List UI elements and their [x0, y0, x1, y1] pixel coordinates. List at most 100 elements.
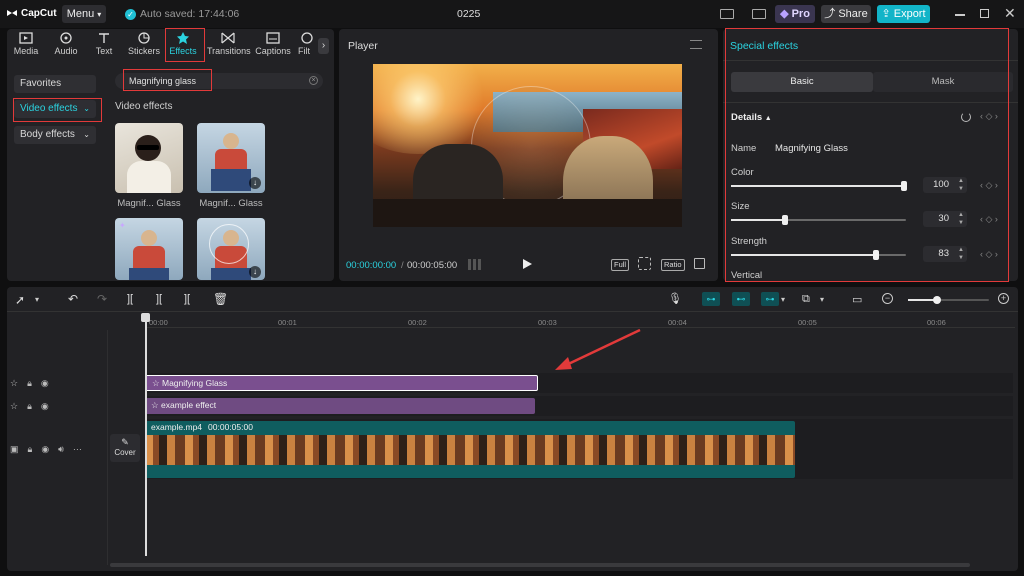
share-button[interactable]: ⤴ Share	[821, 5, 871, 23]
audio-icon[interactable]: 🔊︎	[58, 444, 64, 455]
close-icon[interactable]: ✕	[1004, 5, 1016, 22]
cover-button[interactable]: ✎ Cover	[110, 434, 140, 462]
download-icon[interactable]: ↓	[249, 266, 261, 278]
effect-thumbnail[interactable]: ✦	[115, 218, 183, 280]
maximize-icon[interactable]	[980, 9, 989, 18]
zoom-in-icon[interactable]: +	[998, 293, 1009, 304]
download-icon[interactable]: ↓	[249, 177, 261, 189]
lock-icon[interactable]: 🔒︎	[27, 378, 32, 389]
search-input[interactable]: Magnifying glass ×	[115, 73, 323, 89]
minimize-icon[interactable]	[955, 14, 965, 16]
sidebar-video-effects[interactable]: Video effects ⌄	[14, 100, 96, 118]
strength-value-input[interactable]: 83 ▲ ▼	[923, 246, 967, 262]
eye-icon[interactable]: ◉	[41, 401, 49, 412]
tab-filters[interactable]: Filt	[295, 32, 315, 58]
sidebar-body-effects[interactable]: Body effects ⌄	[14, 126, 96, 144]
keyframe-icon[interactable]: ‹ ◇ ›	[980, 180, 998, 191]
track-options-icon[interactable]: ⧉	[802, 293, 810, 306]
tab-audio[interactable]: Audio	[46, 32, 86, 58]
sidebar-favorites[interactable]: Favorites	[14, 75, 96, 93]
effect-clip-example[interactable]: ☆ example effect	[145, 398, 535, 414]
player-menu-icon[interactable]	[690, 40, 702, 49]
link-icon[interactable]: ⊷	[732, 292, 750, 306]
tab-transitions[interactable]: Transitions	[207, 32, 251, 58]
screenshot-icon[interactable]	[638, 257, 651, 270]
microphone-icon[interactable]: 🎙	[668, 292, 682, 305]
slider-knob[interactable]	[901, 181, 907, 191]
clear-icon[interactable]: ×	[309, 76, 318, 85]
video-preview[interactable]	[373, 64, 682, 227]
timeline-grid-icon[interactable]	[468, 259, 483, 270]
jeans	[129, 268, 169, 280]
pro-button[interactable]: ◆ Pro	[775, 5, 815, 23]
redo-icon[interactable]: ↷	[97, 292, 107, 306]
video-track-icon: ▣	[10, 444, 19, 454]
person-head	[223, 133, 239, 149]
effect-thumbnail[interactable]: ↓	[197, 123, 265, 193]
menu-button[interactable]: Menu ▾	[62, 5, 106, 23]
eye-icon[interactable]: ◉	[41, 378, 49, 389]
slider-knob[interactable]	[782, 215, 788, 225]
strength-slider[interactable]	[731, 250, 906, 260]
ruler-tick: 00:02	[408, 318, 427, 327]
stepper-icon[interactable]: ▲ ▼	[958, 211, 964, 227]
magnet-icon[interactable]: ⊶	[702, 292, 720, 306]
layout-icon[interactable]	[720, 9, 734, 19]
undo-icon[interactable]: ↶	[68, 292, 78, 306]
fullscreen-icon[interactable]	[694, 258, 705, 269]
trim-right-icon[interactable]: ][	[184, 293, 190, 305]
tab-stickers[interactable]: Stickers	[124, 32, 164, 58]
effect-label: Magnif... Glass	[199, 198, 263, 209]
zoom-slider[interactable]	[908, 296, 989, 304]
lock-icon[interactable]: 🔒︎	[28, 444, 33, 455]
preview-axis-icon[interactable]: ⊶	[761, 292, 779, 306]
caption-preview-icon[interactable]: ▭	[852, 293, 862, 306]
ratio-button[interactable]: Ratio	[661, 259, 685, 271]
delete-icon[interactable]: 🗑	[213, 292, 228, 306]
tab-effects[interactable]: Effects	[163, 32, 203, 58]
full-button[interactable]: Full	[611, 259, 630, 271]
effect-track-icon: ☆	[10, 378, 19, 388]
keyframe-icon[interactable]: ‹ ◇ ›	[980, 214, 998, 225]
timeline-scrollbar[interactable]	[110, 563, 970, 567]
effect-thumbnail[interactable]: ↓	[197, 218, 265, 280]
tab-media[interactable]: Media	[6, 32, 46, 58]
details-header[interactable]: Details ▲	[731, 112, 772, 123]
tab-captions[interactable]: Captions	[253, 32, 293, 58]
shortcuts-icon[interactable]	[752, 9, 766, 19]
trim-left-icon[interactable]: ][	[156, 293, 162, 305]
effect-clip-magnifying-glass[interactable]: ☆ Magnifying Glass	[145, 375, 538, 391]
playhead-handle[interactable]	[141, 313, 150, 322]
slider-knob[interactable]	[933, 296, 941, 304]
playhead[interactable]	[145, 316, 147, 556]
play-icon[interactable]	[523, 259, 532, 269]
tabs-scroll-right-button[interactable]: ›	[318, 38, 329, 54]
size-slider[interactable]	[731, 215, 906, 225]
slider-knob[interactable]	[873, 250, 879, 260]
reset-icon[interactable]	[961, 112, 971, 122]
keyframe-icon[interactable]: ‹ ◇ ›	[980, 111, 998, 122]
tab-label: Captions	[255, 46, 291, 56]
eye-icon[interactable]: ◉	[41, 444, 49, 455]
chevron-down-icon[interactable]: ▾	[820, 295, 824, 304]
effect-thumbnail[interactable]	[115, 123, 183, 193]
color-slider[interactable]	[731, 181, 907, 191]
select-cursor-icon[interactable]: ➚	[15, 293, 25, 307]
video-clip[interactable]: example.mp4 00:00:05:00	[145, 421, 795, 478]
lock-icon[interactable]: 🔒︎	[27, 401, 32, 412]
tab-basic[interactable]: Basic	[731, 72, 873, 92]
size-value-input[interactable]: 30 ▲ ▼	[923, 211, 967, 227]
color-value-input[interactable]: 100 ▲ ▼	[923, 177, 967, 193]
tab-mask[interactable]: Mask	[873, 72, 1013, 92]
stepper-icon[interactable]: ▲ ▼	[958, 246, 964, 262]
zoom-out-icon[interactable]: −	[882, 293, 893, 304]
stepper-icon[interactable]: ▲ ▼	[958, 177, 964, 193]
keyframe-icon[interactable]: ‹ ◇ ›	[980, 249, 998, 260]
chevron-down-icon[interactable]: ▾	[35, 295, 39, 304]
more-icon[interactable]: ···	[73, 444, 82, 455]
tab-text[interactable]: Text	[84, 32, 124, 58]
split-icon[interactable]: ][	[127, 293, 133, 305]
chevron-down-icon[interactable]: ▾	[781, 295, 785, 304]
export-button[interactable]: ⇪ Export	[877, 5, 930, 23]
sparkle-icon: ✦	[119, 221, 126, 230]
